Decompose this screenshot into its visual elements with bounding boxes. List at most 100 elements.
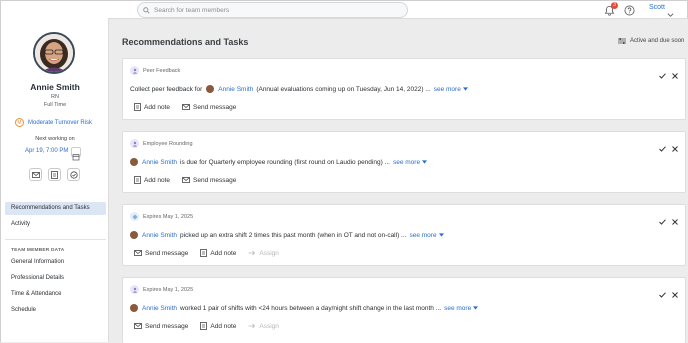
main-content: Recommendations and Tasks Active and due… — [110, 18, 688, 343]
filter-icon — [618, 38, 626, 44]
add-note-button[interactable]: Add note — [200, 322, 236, 330]
add-note-button[interactable]: Add note — [200, 249, 236, 257]
avatar — [33, 32, 75, 74]
send-message-button[interactable]: Send message — [182, 177, 236, 184]
page-title: Recommendations and Tasks — [122, 37, 249, 47]
add-note-label: Add note — [210, 322, 237, 330]
mail-icon[interactable] — [29, 168, 42, 181]
person-icon — [130, 285, 139, 294]
card-header: Expires May 1, 2025 — [130, 212, 193, 221]
assign-label: Assign — [259, 249, 279, 257]
search-placeholder: Search for team members — [154, 6, 230, 14]
add-note-button[interactable]: Add note — [134, 103, 170, 111]
close-icon[interactable] — [672, 285, 678, 303]
see-more-link[interactable]: see more — [444, 304, 479, 312]
check-icon[interactable] — [659, 66, 666, 84]
mail-icon — [182, 104, 190, 110]
next-working-date[interactable]: Apr 19, 7:00 PM — [25, 148, 68, 154]
profile-role: RN — [51, 94, 59, 100]
send-message-button[interactable]: Send message — [134, 250, 188, 257]
card-actions: Send message Add note Assign — [134, 322, 291, 330]
nav-recommendations[interactable]: Recommendations and Tasks — [5, 202, 106, 215]
member-link[interactable]: Annie Smith — [142, 305, 177, 312]
card-message: Annie Smith worked 1 pair of shifts with… — [130, 304, 479, 312]
message-text: is due for Quarterly employee rounding (… — [180, 158, 390, 166]
message-text: worked 1 pair of shifts with <24 hours b… — [180, 304, 442, 312]
see-more-label: see more — [409, 231, 437, 239]
close-icon[interactable] — [672, 66, 678, 84]
mini-avatar — [130, 304, 138, 312]
see-more-label: see more — [444, 304, 472, 312]
assign-button[interactable]: Assign — [248, 250, 279, 257]
nav-section-header: TEAM MEMBER DATA — [11, 248, 65, 253]
message-text: picked up an extra shift 2 times this pa… — [180, 231, 407, 239]
card-header: Peer Feedback — [130, 66, 180, 75]
check-icon[interactable] — [659, 212, 666, 230]
card-type: Peer Feedback — [143, 67, 181, 74]
note-icon — [134, 103, 141, 111]
see-more-label: see more — [433, 85, 461, 93]
add-note-label: Add note — [210, 249, 237, 257]
mini-avatar — [206, 85, 215, 93]
task-icon[interactable] — [67, 168, 80, 181]
diamond-icon — [130, 212, 139, 221]
see-more-link[interactable]: see more — [392, 158, 428, 166]
member-link[interactable]: Annie Smith — [142, 232, 177, 239]
filter-toggle[interactable]: Active and due soon — [618, 38, 684, 44]
assign-button[interactable]: Assign — [248, 323, 279, 330]
card-header: Expires May 1, 2025 — [130, 285, 193, 294]
nav-general-information[interactable]: General Information — [11, 259, 64, 265]
nav-time-attendance[interactable]: Time & Attendance — [11, 291, 61, 297]
caret-down-icon — [473, 306, 479, 310]
caret-down-icon — [422, 160, 428, 164]
search-input[interactable]: Search for team members — [137, 2, 408, 18]
card-actions: Send message Add note Assign — [134, 249, 291, 257]
mail-icon — [182, 177, 190, 183]
nav-schedule[interactable]: Schedule — [11, 307, 36, 313]
member-link[interactable]: Annie Smith — [218, 86, 253, 93]
card-message: Annie Smith picked up an extra shift 2 t… — [130, 231, 444, 239]
check-icon[interactable] — [659, 285, 666, 303]
assign-label: Assign — [259, 322, 279, 330]
caret-down-icon — [438, 233, 444, 237]
member-link[interactable]: Annie Smith — [142, 159, 177, 166]
card-actions: Add note Send message — [134, 176, 248, 184]
mail-icon — [134, 323, 142, 329]
check-icon[interactable] — [659, 139, 666, 157]
next-working-label: Next working on — [35, 136, 75, 142]
message-prefix: Collect peer feedback for — [130, 85, 203, 93]
see-more-link[interactable]: see more — [409, 231, 444, 239]
risk-label: Moderate Turnover Risk — [28, 119, 93, 126]
note-icon — [200, 322, 208, 330]
profile-name: Annie Smith — [30, 82, 80, 92]
close-icon[interactable] — [672, 139, 678, 157]
send-message-label: Send message — [145, 322, 189, 330]
card-type: Expires May 1, 2025 — [143, 286, 194, 293]
caret-down-icon — [462, 87, 468, 91]
see-more-label: see more — [392, 158, 421, 166]
note-icon[interactable] — [48, 168, 61, 181]
arrow-right-icon — [248, 250, 256, 256]
nav-activity[interactable]: Activity — [11, 221, 30, 227]
calendar-icon[interactable] — [71, 147, 81, 161]
top-bar: Search for team members 3 Scott — [0, 0, 688, 19]
turnover-risk[interactable]: M Moderate Turnover Risk — [15, 118, 92, 127]
user-menu[interactable]: Scott — [649, 4, 665, 11]
profile-shift: Full Time — [43, 102, 67, 108]
card-message: Annie Smith is due for Quarterly employe… — [130, 158, 428, 166]
send-message-label: Send message — [193, 103, 237, 111]
mini-avatar — [130, 158, 138, 166]
task-card: Peer Feedback Collect peer feedback for … — [122, 58, 686, 120]
task-card: Expires May 1, 2025 Annie Smith worked 1… — [122, 277, 686, 343]
task-card: Employee Rounding Annie Smith is due for… — [122, 131, 686, 193]
note-icon — [134, 176, 141, 184]
see-more-link[interactable]: see more — [434, 86, 468, 93]
nav-professional-details[interactable]: Professional Details — [11, 275, 64, 281]
send-message-button[interactable]: Send message — [134, 323, 188, 330]
send-message-button[interactable]: Send message — [182, 104, 236, 111]
send-message-label: Send message — [193, 176, 237, 184]
filter-label: Active and due soon — [630, 38, 685, 44]
close-icon[interactable] — [672, 212, 678, 230]
add-note-button[interactable]: Add note — [134, 176, 170, 184]
task-card: Expires May 1, 2025 Annie Smith picked u… — [122, 204, 686, 266]
